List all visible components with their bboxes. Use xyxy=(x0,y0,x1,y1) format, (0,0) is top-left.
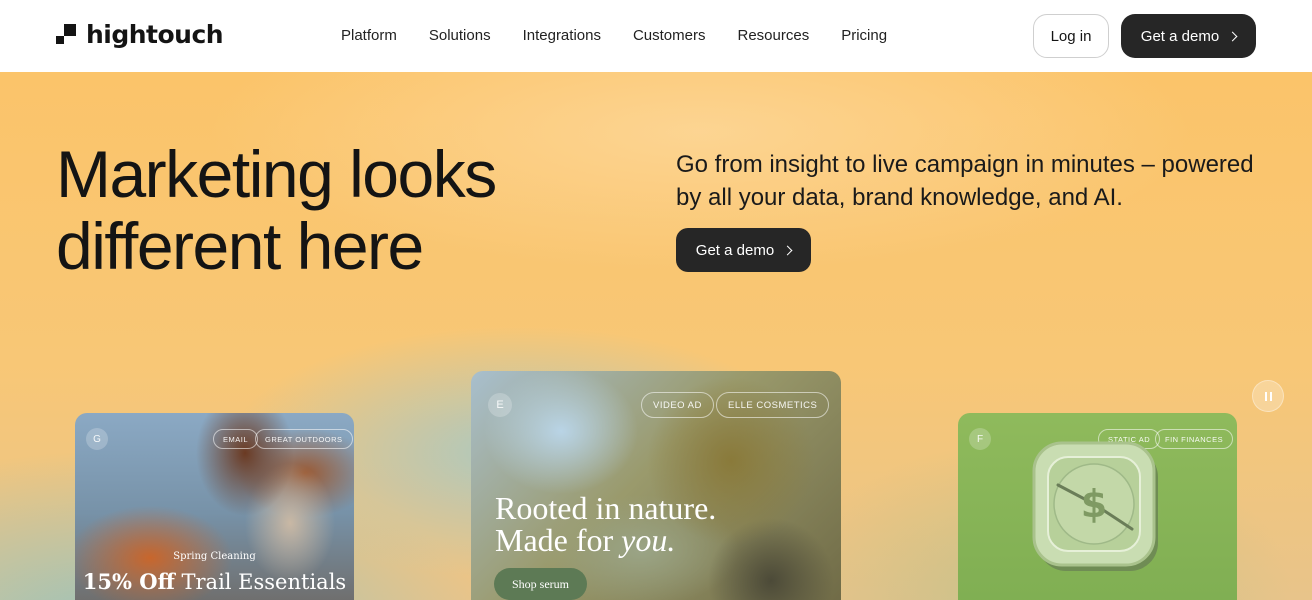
ad-headline-line2: Made for you. xyxy=(495,524,675,556)
card-tag-brand: GREAT OUTDOORS xyxy=(255,429,353,449)
static-ad-card[interactable]: F STATIC AD FIN FINANCES $ xyxy=(958,413,1237,600)
get-demo-button-header[interactable]: Get a demo xyxy=(1121,14,1256,58)
chevron-right-icon xyxy=(782,245,793,256)
ad-headline-prefix: Made for xyxy=(495,522,622,558)
main-nav: Platform Solutions Integrations Customer… xyxy=(341,27,887,44)
hightouch-logo-icon xyxy=(56,23,78,46)
promo-subtitle: Spring Cleaning xyxy=(173,551,256,562)
carousel-pause-button[interactable] xyxy=(1252,380,1284,412)
card-tag-channel: EMAIL xyxy=(213,429,259,449)
logo[interactable]: hightouch xyxy=(56,20,224,49)
nav-item-resources[interactable]: Resources xyxy=(738,27,810,44)
nav-item-customers[interactable]: Customers xyxy=(633,27,706,44)
card-tag-channel: VIDEO AD xyxy=(641,392,714,418)
promo-title-rest: Trail Essentials xyxy=(174,570,347,594)
video-ad-card[interactable]: E VIDEO AD ELLE COSMETICS Rooted in natu… xyxy=(471,371,841,600)
card-brand-badge: F xyxy=(969,428,991,450)
dollar-clock-icon: $ xyxy=(1032,441,1158,571)
promo-title: 15% Off Trail Essentials xyxy=(75,569,354,594)
login-button[interactable]: Log in xyxy=(1033,14,1109,58)
nav-item-integrations[interactable]: Integrations xyxy=(523,27,601,44)
get-demo-button-hero[interactable]: Get a demo xyxy=(676,228,811,272)
card-brand-badge: G xyxy=(86,428,108,450)
pause-icon xyxy=(1264,391,1272,401)
nav-item-platform[interactable]: Platform xyxy=(341,27,397,44)
hero-section: Marketing looks different here Go from i… xyxy=(0,72,1312,600)
chevron-right-icon xyxy=(1227,31,1238,42)
login-button-label: Log in xyxy=(1050,27,1092,45)
site-header: hightouch Platform Solutions Integration… xyxy=(0,0,1312,72)
get-demo-label: Get a demo xyxy=(1140,27,1220,45)
nav-item-solutions[interactable]: Solutions xyxy=(429,27,491,44)
get-demo-label: Get a demo xyxy=(695,241,775,259)
nav-item-pricing[interactable]: Pricing xyxy=(841,27,887,44)
card-tag-brand: ELLE COSMETICS xyxy=(716,392,830,418)
dollar-symbol: $ xyxy=(1081,482,1107,526)
hero-headline-line2: different here xyxy=(56,209,424,283)
email-campaign-card[interactable]: G EMAIL GREAT OUTDOORS Spring Cleaning 1… xyxy=(75,413,354,600)
logo-text: hightouch xyxy=(86,20,224,49)
ad-headline-italic: you. xyxy=(621,522,676,558)
promo-title-bold: 15% Off xyxy=(82,569,175,594)
hero-headline-line1: Marketing looks xyxy=(56,137,497,211)
shop-serum-button[interactable]: Shop serum xyxy=(494,568,587,600)
hero-headline: Marketing looks different here xyxy=(56,138,616,282)
ad-headline-line1: Rooted in nature. xyxy=(495,490,717,526)
card-brand-badge: E xyxy=(488,393,512,417)
hero-subcopy: Go from insight to live campaign in minu… xyxy=(676,151,1254,211)
